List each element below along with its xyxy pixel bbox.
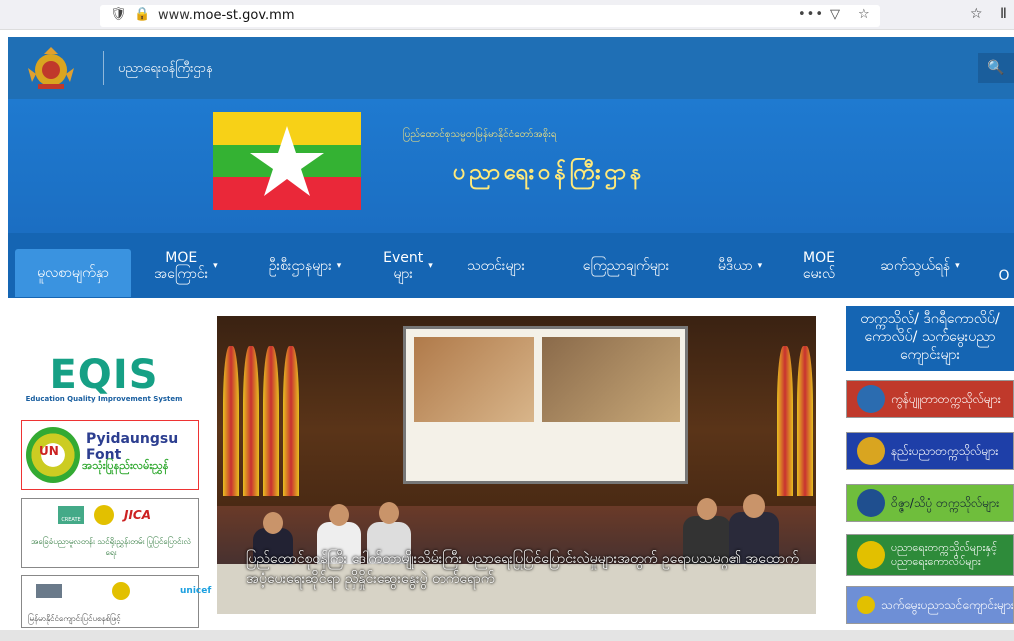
banner-ministry-title: ပညာရေးဝန်ကြီးဌာန xyxy=(453,160,646,185)
myanmar-flag xyxy=(213,112,361,210)
bookmarks-menu-icon[interactable]: ☆ xyxy=(970,6,983,22)
eqis-subtitle: Education Quality Improvement System xyxy=(25,395,183,403)
search-button[interactable]: 🔍 xyxy=(978,53,1014,83)
site-header: ပညာရေးဝန်ကြီးဌာန 🔍 xyxy=(8,37,1014,99)
site-name[interactable]: ပညာရေးဝန်ကြီးဌာန xyxy=(118,60,213,79)
slide-caption[interactable]: ပြည်ထောင်စုဝန်ကြီး ဒေါက်တာမျိုးသိမ်းကြီး… xyxy=(246,549,816,589)
pyidaungsu-subtitle: အသုံးပြုနည်းလမ်းညွှန် xyxy=(82,459,169,472)
eqis-logo-text: EQIS xyxy=(49,352,159,398)
header-divider xyxy=(103,51,104,85)
nav-moe-mail[interactable]: MOE မေးလ် xyxy=(784,233,854,298)
nav-home[interactable]: မူလစာမျက်နှာ xyxy=(15,249,131,297)
shield-icon[interactable]: 🛡 xyxy=(110,7,127,22)
insecure-lock-icon[interactable]: 🔒 xyxy=(134,7,150,22)
university-emblem-icon xyxy=(857,385,885,413)
university-emblem-icon xyxy=(857,489,885,517)
projection-screen xyxy=(403,326,688,484)
library-icon[interactable]: Ⅱ xyxy=(1000,6,1007,22)
nav-departments[interactable]: ဦးစီးဌာနများ ▾ xyxy=(240,233,370,298)
url-bar[interactable]: 🛡 🔒 www.moe-st.gov.mm ••• ▽ ☆ xyxy=(100,5,880,27)
moe-emblem-icon xyxy=(94,505,114,525)
bookmark-star-icon[interactable]: ☆ xyxy=(858,7,870,22)
search-icon: 🔍 xyxy=(987,60,1005,76)
nav-about-moe[interactable]: MOE အကြောင်း ▾ xyxy=(136,233,236,298)
page-actions-icon[interactable]: ••• xyxy=(798,7,824,22)
nav-announcements[interactable]: ကြေညာချက်များ xyxy=(556,233,696,298)
create-project-link[interactable]: CREATE JICA အခြေခံပညာမူလတန်း သင်ရိုးညွှန… xyxy=(21,498,199,568)
banner: ပြည်ထောင်စုသမ္မတမြန်မာနိုင်ငံတော်အစိုးရ … xyxy=(8,99,1014,233)
jica-logo: JICA xyxy=(124,508,152,522)
page-bottom-strip xyxy=(0,630,1014,641)
education-universities-button[interactable]: ပညာရေးတက္ကသိုလ်များနှင့် ပညာရေးကောလိပ်မျ… xyxy=(846,534,1014,576)
universities-heading: တက္ကသိုလ်/ ဒီဂရီကောလိပ်/ ကောလိပ်/ သက်မွေ… xyxy=(846,306,1014,371)
unicef-logo: unicef xyxy=(180,586,212,596)
university-emblem-icon xyxy=(857,437,885,465)
vocational-schools-button[interactable]: သက်မွေးပညာသင်ကျောင်းများ xyxy=(846,586,1014,624)
nav-news[interactable]: သတင်းများ xyxy=(446,233,546,298)
pocket-icon[interactable]: ▽ xyxy=(830,7,840,22)
banner-government-text: ပြည်ထောင်စုသမ္မတမြန်မာနိုင်ငံတော်အစိုးရ xyxy=(403,129,557,140)
moe-emblem-icon xyxy=(112,582,130,600)
url-text[interactable]: www.moe-st.gov.mm xyxy=(158,8,295,23)
pyidaungsu-logo-icon: UN xyxy=(26,427,80,483)
state-seal-logo[interactable] xyxy=(26,46,76,90)
unicef-text: မြန်မာနိုင်ငံကျောင်းပြင်ပစနစ်ဖြင့် xyxy=(28,614,121,623)
nav-events[interactable]: Event များ ▾ xyxy=(374,233,442,298)
moe-emblem-icon xyxy=(857,596,875,614)
nav-media[interactable]: မီဒီယာ ▾ xyxy=(700,233,780,298)
nav-contact[interactable]: ဆက်သွယ်ရန် ▾ xyxy=(860,233,980,298)
arts-science-universities-button[interactable]: ဝိဇ္ဇာ/သိပ္ပံ တက္ကသိုလ်များ xyxy=(846,484,1014,522)
pyidaungsu-font-link[interactable]: UN Pyidaungsu Font အသုံးပြုနည်းလမ်းညွှန် xyxy=(21,420,199,490)
main-nav: မူလစာမျက်နှာ MOE အကြောင်း ▾ ဦးစီးဌာနများ ▾… xyxy=(8,233,1014,298)
eqis-link[interactable]: EQIS Education Quality Improvement Syste… xyxy=(14,355,194,407)
browser-toolbar: 🛡 🔒 www.moe-st.gov.mm ••• ▽ ☆ ☆ Ⅱ xyxy=(0,0,1014,30)
unicef-link[interactable]: unicef မြန်မာနိုင်ငံကျောင်းပြင်ပစနစ်ဖြင့… xyxy=(21,575,211,628)
moe-emblem-icon xyxy=(857,541,885,569)
computer-universities-button[interactable]: ကွန်ပျူတာတက္ကသိုလ်များ xyxy=(846,380,1014,418)
create-project-text: အခြေခံပညာမူလတန်း သင်ရိုးညွှန်းတမ်း ပြုပြ… xyxy=(31,537,191,557)
technological-universities-button[interactable]: နည်းပညာတက္ကသိုလ်များ xyxy=(846,432,1014,470)
unesco-logo xyxy=(36,584,62,598)
create-logo: CREATE xyxy=(58,506,84,524)
